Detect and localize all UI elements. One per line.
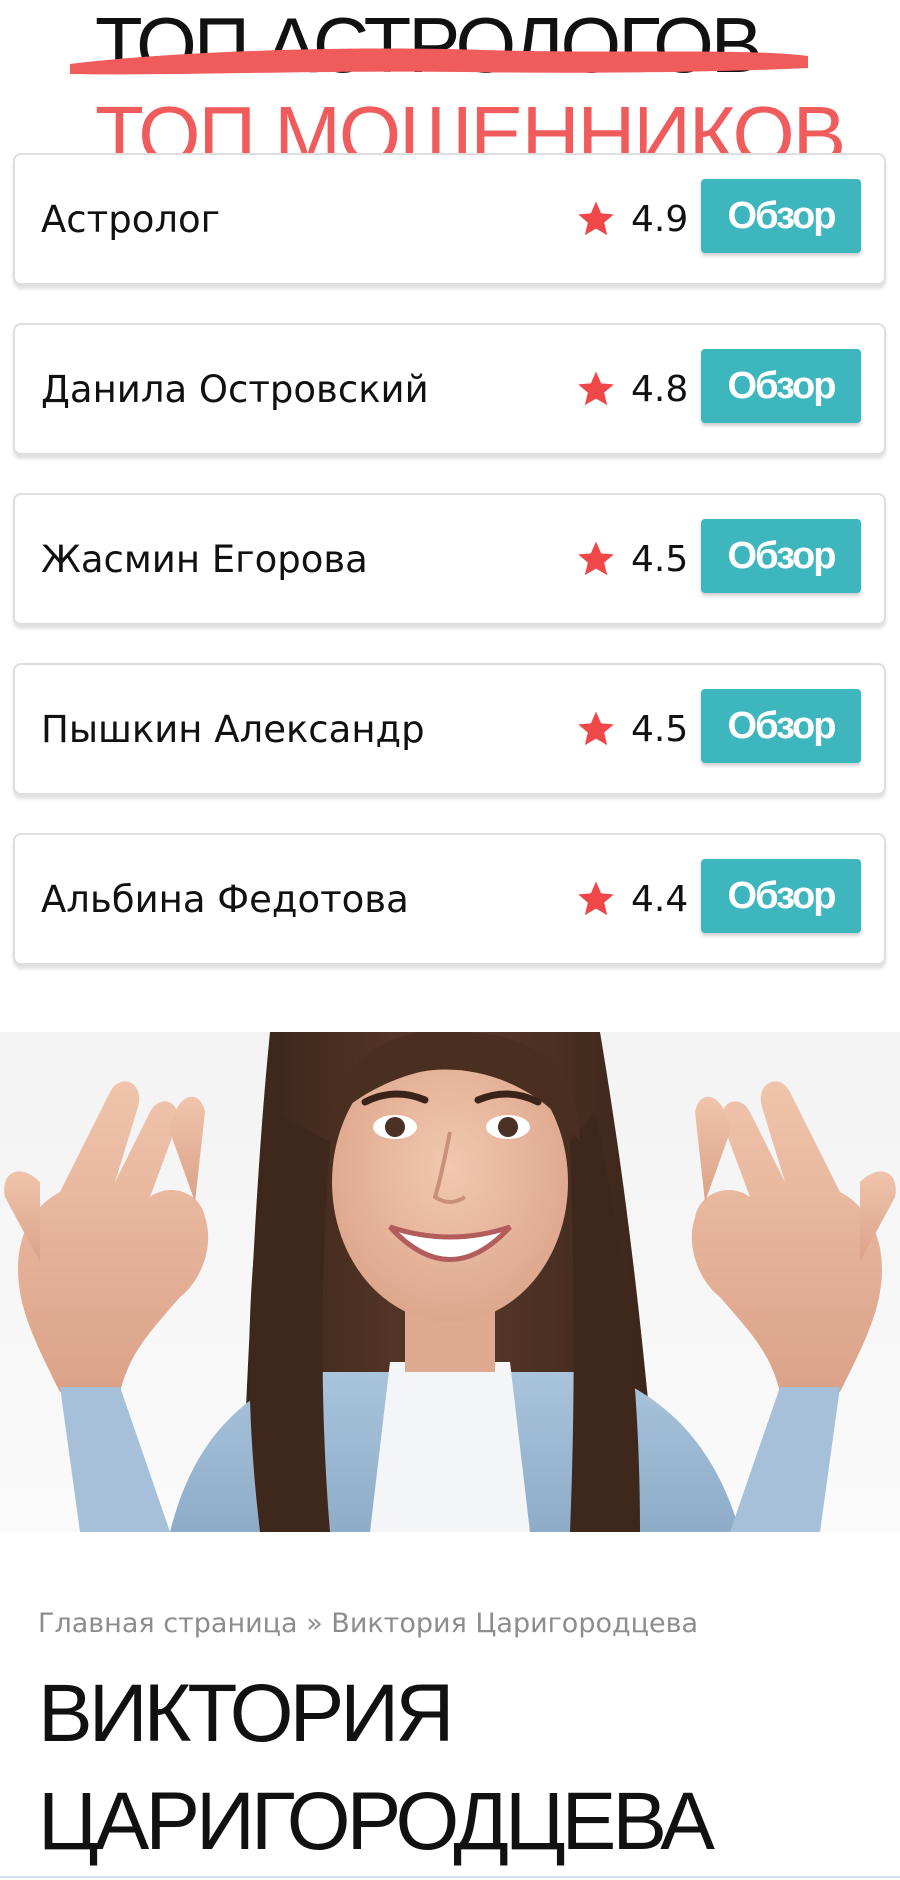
rating-value: 4.5 (631, 708, 689, 750)
rating-value: 4.9 (631, 198, 689, 240)
page-title-line-2: ЦАРИГОРОДЦЕВА (38, 1776, 715, 1867)
astrologer-name: Альбина Федотова (41, 877, 409, 921)
divider (0, 1876, 900, 1878)
page-title: ВИКТОРИЯ ЦАРИГОРОДЦЕВА (38, 1660, 878, 1876)
astrologer-card: Пышкин Александр 4.5 Обзор (13, 663, 886, 795)
review-button[interactable]: Обзор (701, 179, 861, 253)
astrologer-photo (0, 1032, 900, 1532)
breadcrumb-home-link[interactable]: Главная страница (38, 1608, 298, 1639)
header: ТОП АСТРОЛОГОВ (0, 0, 900, 95)
star-icon (578, 881, 614, 916)
review-button[interactable]: Обзор (701, 689, 861, 763)
star-icon (578, 201, 614, 236)
breadcrumb-separator: » (306, 1608, 332, 1639)
astrologer-card: Данила Островский 4.8 Обзор (13, 323, 886, 455)
rating-value: 4.4 (631, 878, 689, 920)
rating-value: 4.8 (631, 368, 689, 410)
astrologer-name: Астролог (41, 197, 221, 241)
review-button[interactable]: Обзор (701, 859, 861, 933)
star-icon (578, 371, 614, 406)
page-title-line-1: ВИКТОРИЯ (38, 1668, 454, 1759)
review-button[interactable]: Обзор (701, 519, 861, 593)
star-icon (578, 541, 614, 576)
astrologer-name: Данила Островский (41, 367, 429, 411)
astrologer-name: Жасмин Егорова (41, 537, 368, 581)
star-icon (578, 711, 614, 746)
astrologer-name: Пышкин Александр (41, 707, 425, 751)
strikethrough-mark (70, 48, 808, 75)
astrologer-card: Астролог 4.9 Обзор (13, 153, 886, 285)
astrologer-card: Жасмин Егорова 4.5 Обзор (13, 493, 886, 625)
rating-value: 4.5 (631, 538, 689, 580)
breadcrumb: Главная страница » Виктория Царигородцев… (38, 1608, 698, 1639)
breadcrumb-current: Виктория Царигородцева (331, 1608, 699, 1639)
astrologer-card: Альбина Федотова 4.4 Обзор (13, 833, 886, 965)
review-button[interactable]: Обзор (701, 349, 861, 423)
